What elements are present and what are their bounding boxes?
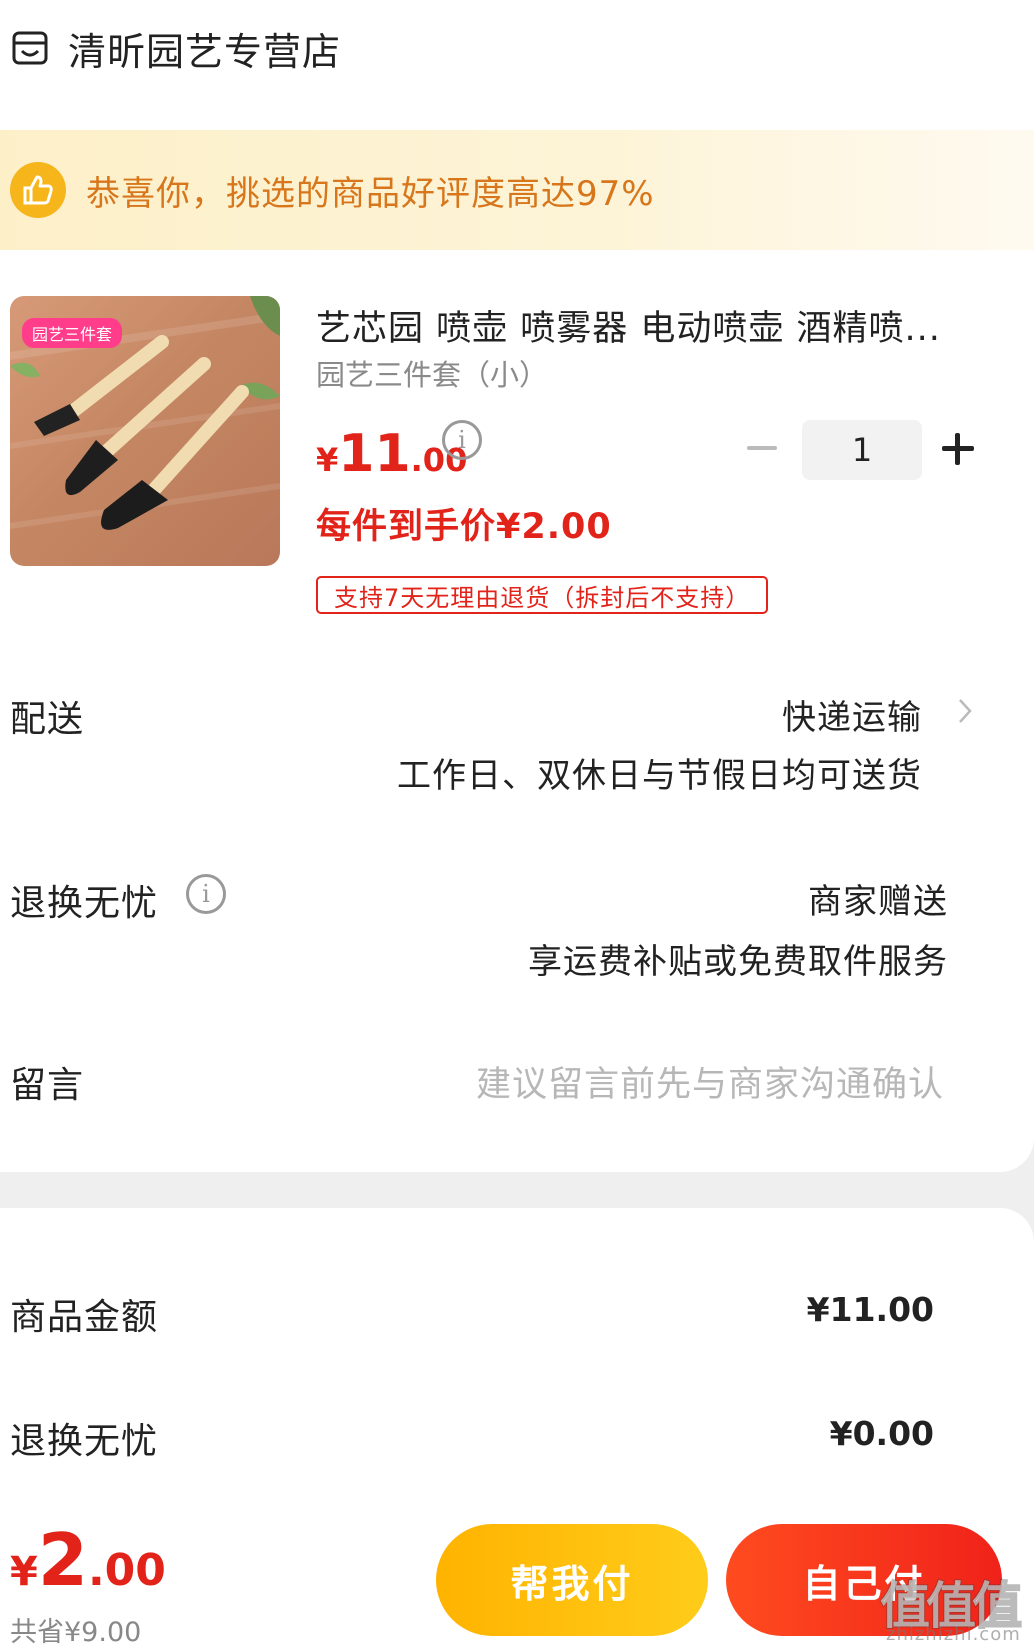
quantity-input[interactable]: 1: [802, 420, 922, 480]
quantity-increase-button[interactable]: [942, 431, 978, 467]
worry-free-detail: 享运费补贴或免费取件服务: [528, 942, 948, 982]
shop-name: 清昕园艺专营店: [68, 29, 342, 74]
saved-amount: 共省¥9.00: [10, 1617, 142, 1648]
thumbs-up-icon: [10, 162, 66, 218]
watermark-url: zhizhizhi.com: [886, 1624, 1021, 1645]
worry-free-value: 商家赠送: [808, 882, 948, 922]
bottom-checkout-bar: ¥2.00 共省¥9.00 帮我付 自己付: [0, 1508, 1034, 1652]
quantity-decrease-button[interactable]: [744, 430, 780, 466]
deal-price: 每件到手价¥2.00: [316, 507, 612, 547]
total-price: ¥2.00: [10, 1518, 166, 1602]
price-currency: ¥: [316, 441, 339, 479]
summary-card: 商品金额 ¥11.00 退换无忧 ¥0.00: [0, 1208, 1034, 1508]
order-card: 清昕园艺专营店 恭喜你，挑选的商品好评度高达97% 园艺三件套 艺芯园 喷壶 喷…: [0, 0, 1034, 1172]
message-input[interactable]: 建议留言前先与商家沟通确认: [476, 1056, 944, 1107]
help-pay-button[interactable]: 帮我付: [436, 1524, 708, 1636]
praise-text: 恭喜你，挑选的商品好评度高达97%: [86, 173, 655, 214]
shop-icon: [10, 28, 50, 68]
image-tag: 园艺三件套: [22, 318, 123, 348]
goods-amount-label: 商品金额: [10, 1297, 159, 1338]
product-spec[interactable]: 园艺三件套（小）: [316, 352, 548, 394]
total-currency: ¥: [10, 1549, 38, 1595]
worry-free-fee-label: 退换无忧: [10, 1421, 159, 1462]
return-policy-badge: 支持7天无理由退货（拆封后不支持）: [316, 576, 769, 614]
delivery-detail: 工作日、双休日与节假日均可送货: [397, 756, 922, 796]
worry-free-fee-value: ¥0.00: [829, 1414, 934, 1453]
worry-free-label: 退换无忧: [10, 883, 159, 924]
price-integer: 11: [338, 424, 411, 484]
shop-header[interactable]: 清昕园艺专营店: [0, 0, 1034, 96]
worry-free-info-icon[interactable]: i: [186, 874, 226, 914]
delivery-method[interactable]: 快递运输: [782, 690, 922, 739]
product-image[interactable]: 园艺三件套: [10, 296, 280, 566]
delivery-label: 配送: [10, 699, 85, 740]
praise-banner: 恭喜你，挑选的商品好评度高达97%: [0, 130, 1034, 250]
total-integer: 2: [37, 1518, 88, 1602]
goods-amount-value: ¥11.00: [806, 1290, 934, 1329]
message-label: 留言: [10, 1065, 85, 1106]
product-title[interactable]: 艺芯园 喷壶 喷雾器 电动喷壶 酒精喷...: [316, 300, 996, 351]
price-info-icon[interactable]: i: [442, 420, 482, 460]
total-decimal: .00: [87, 1545, 166, 1596]
chevron-right-icon[interactable]: [958, 698, 972, 724]
